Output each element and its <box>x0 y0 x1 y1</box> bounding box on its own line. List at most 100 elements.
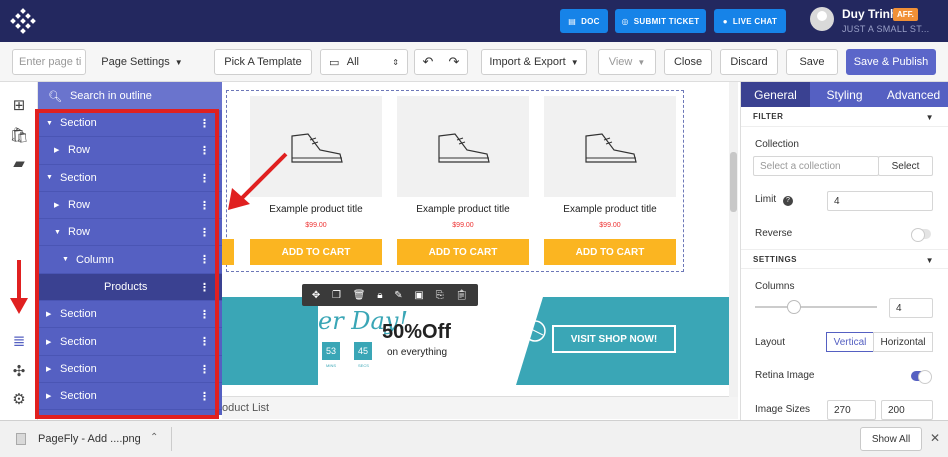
editor-canvas: Example product title Example product ti… <box>222 82 738 397</box>
affiliate-badge: AFF. <box>893 8 918 21</box>
document-icon: ▤ <box>568 16 577 26</box>
annotation-highlight-box <box>35 109 219 419</box>
product-price: $99.00 <box>599 222 621 229</box>
tab-styling[interactable]: Styling <box>810 82 879 107</box>
integrations-icon[interactable]: ✣ <box>10 362 28 380</box>
save-button[interactable]: Save <box>786 49 838 75</box>
doc-button[interactable]: ▤ DOC <box>560 9 608 33</box>
image-height-input[interactable]: 200 <box>881 400 933 420</box>
avatar[interactable] <box>810 7 834 31</box>
element-floating-toolbar: ✥ ❐ 🗑︎ 🔒︎ ✎ ▣ ⎘ 📋︎ <box>302 284 478 306</box>
columns-label: Columns <box>755 281 795 292</box>
add-to-cart-button[interactable]: ADD TO CART <box>544 239 676 265</box>
product-image[interactable] <box>544 96 676 197</box>
trash-icon[interactable]: 🗑︎ <box>353 290 366 301</box>
columns-slider[interactable] <box>755 300 877 314</box>
shoe-icon <box>585 133 637 163</box>
annotation-arrow-icon <box>228 152 288 210</box>
promo-banner[interactable]: er Day! 53 45 MINS SECS 50%Off on everyt… <box>222 297 729 385</box>
settings-section-header[interactable]: SETTINGS ▼ <box>741 249 948 269</box>
chat-icon: ● <box>722 16 728 26</box>
top-bar: ▤ DOC ◎ SUBMIT TICKET ● LIVE CHAT Duy Trinh… <box>0 0 948 42</box>
caret-down-icon: ▼ <box>174 57 183 67</box>
product-title: Example product title <box>416 204 510 215</box>
undo-icon[interactable]: ↶ <box>423 54 434 70</box>
product-price: $99.00 <box>452 222 474 229</box>
user-name[interactable]: Duy Trinh <box>842 7 897 21</box>
canvas-scrollbar[interactable] <box>729 82 738 397</box>
product-price: $99.00 <box>305 222 327 229</box>
layout-vertical-option[interactable]: Vertical <box>826 332 874 352</box>
folder-icon[interactable]: ▰ <box>10 154 28 172</box>
live-chat-button[interactable]: ● LIVE CHAT <box>714 9 786 33</box>
add-to-cart-button[interactable]: ADD TO CART <box>250 239 382 265</box>
limit-label: Limit ? <box>755 194 793 206</box>
search-icon: 🔍︎ <box>48 90 62 103</box>
close-button[interactable]: Close <box>664 49 712 75</box>
collection-label: Collection <box>755 139 799 150</box>
download-file-name[interactable]: PageFly - Add ....png <box>38 433 141 445</box>
limit-input[interactable]: 4 <box>827 191 933 211</box>
outline-search[interactable]: 🔍︎ Search in outline <box>38 82 222 110</box>
outline-icon[interactable]: ≣ <box>10 332 28 350</box>
timer-minutes: 53 <box>322 342 340 360</box>
edit-icon[interactable]: ✎ <box>394 290 402 301</box>
timer-seconds: 45 <box>354 342 372 360</box>
lock-icon[interactable]: 🔒︎ <box>377 290 382 301</box>
show-all-button[interactable]: Show All <box>860 427 922 451</box>
help-icon[interactable]: ? <box>782 196 793 206</box>
left-icon-nav: ⊞ 🛍 ▰ ≣ ✣ ⚙ <box>0 82 38 420</box>
settings-gear-icon[interactable]: ⚙ <box>10 390 28 408</box>
save-publish-button[interactable]: Save & Publish <box>846 49 936 75</box>
timer-label: MINS <box>326 363 336 368</box>
tab-advanced[interactable]: Advanced <box>879 82 948 107</box>
page-title-input[interactable]: Enter page ti <box>12 49 86 75</box>
duplicate-icon[interactable]: ❐ <box>332 290 341 301</box>
monitor-icon: ▭ <box>329 56 340 69</box>
shoe-icon <box>438 133 490 163</box>
image-sizes-label: Image Sizes <box>755 404 811 415</box>
device-select[interactable]: ▭ All ⇕ <box>320 49 408 75</box>
columns-input[interactable]: 4 <box>889 298 933 318</box>
redo-icon[interactable]: ↷ <box>449 54 460 70</box>
select-collection-button[interactable]: Select <box>878 156 933 176</box>
visit-shop-button[interactable]: VISIT SHOP NOW! <box>552 325 676 353</box>
image-width-input[interactable]: 270 <box>827 400 876 420</box>
copy-icon[interactable]: ⎘ <box>436 290 444 301</box>
product-title: Example product title <box>563 204 657 215</box>
reverse-toggle[interactable] <box>911 228 931 242</box>
page-settings-dropdown[interactable]: Page Settings ▼ <box>96 49 188 75</box>
divider <box>171 427 172 451</box>
import-export-dropdown[interactable]: Import & Export ▼ <box>481 49 587 75</box>
add-to-cart-button-partial[interactable] <box>222 239 234 265</box>
paste-icon[interactable]: 📋︎ <box>455 290 468 301</box>
view-dropdown[interactable]: View ▼ <box>598 49 656 75</box>
retina-image-toggle[interactable] <box>911 370 932 384</box>
pagefly-logo-icon[interactable] <box>10 8 36 34</box>
slider-handle[interactable] <box>787 300 801 314</box>
caret-down-icon: ▼ <box>570 57 579 67</box>
filter-section-header[interactable]: FILTER ▼ <box>741 107 948 127</box>
product-image[interactable] <box>397 96 529 197</box>
elements-icon[interactable]: ⊞ <box>10 96 28 114</box>
add-to-cart-button[interactable]: ADD TO CART <box>397 239 529 265</box>
shopify-icon[interactable]: 🛍 <box>9 126 28 144</box>
sale-subtext: on everything <box>387 347 448 358</box>
retina-image-label: Retina Image <box>755 370 815 381</box>
chevron-up-icon[interactable]: ⌃ <box>150 432 158 443</box>
editor-toolbar: Enter page ti Page Settings ▼ Pick A Temp… <box>0 42 948 82</box>
close-icon[interactable]: ✕ <box>930 431 940 445</box>
layout-horizontal-option[interactable]: Horizontal <box>873 332 933 352</box>
annotation-arrow-icon <box>10 260 28 314</box>
pick-template-button[interactable]: Pick A Template <box>214 49 312 75</box>
properties-panel: General Styling Advanced FILTER ▼ Collec… <box>740 82 948 420</box>
lifebuoy-icon: ◎ <box>621 16 629 26</box>
move-icon[interactable]: ✥ <box>312 290 320 301</box>
collection-input[interactable]: Select a collection <box>753 156 879 176</box>
caret-down-icon: ▼ <box>925 256 934 265</box>
submit-ticket-button[interactable]: ◎ SUBMIT TICKET <box>615 9 706 33</box>
discard-button[interactable]: Discard <box>720 49 778 75</box>
save-icon[interactable]: ▣ <box>414 290 423 301</box>
breadcrumb[interactable]: oduct List <box>222 397 738 419</box>
tab-general[interactable]: General <box>741 82 810 107</box>
